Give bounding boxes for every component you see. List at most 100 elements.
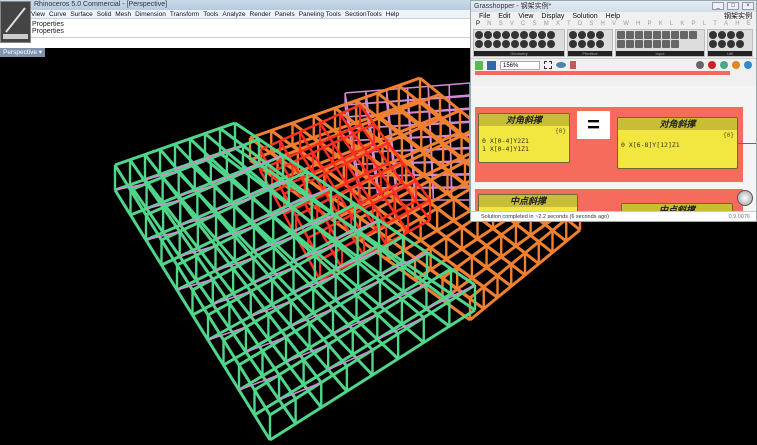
menu-item[interactable]: Render (250, 10, 271, 18)
tab-3[interactable]: V (510, 21, 514, 28)
component-icon[interactable] (493, 40, 501, 48)
component-icon[interactable] (569, 40, 577, 48)
component-icon[interactable] (718, 40, 726, 48)
menu-item[interactable]: Curve (49, 10, 66, 18)
component-icon[interactable] (662, 31, 670, 39)
menu-item[interactable]: Panels (275, 10, 295, 18)
component-icon[interactable] (671, 40, 679, 48)
component-icon[interactable] (671, 31, 679, 39)
preview-eye-icon[interactable] (556, 62, 566, 68)
tab-5[interactable]: S (533, 21, 537, 28)
tab-1[interactable]: N (487, 21, 491, 28)
menu-item[interactable]: Dimension (135, 10, 166, 18)
preview-mode-icon[interactable] (696, 61, 704, 69)
component-icon[interactable] (547, 40, 555, 48)
zoom-extents-icon[interactable] (544, 61, 552, 69)
bake-icon[interactable] (708, 61, 716, 69)
component-icon[interactable] (475, 40, 483, 48)
menu-file[interactable]: File (479, 12, 490, 21)
component-icon[interactable] (680, 31, 688, 39)
blue-sphere-icon[interactable] (744, 61, 752, 69)
component-icon[interactable] (709, 40, 717, 48)
component-icon[interactable] (569, 31, 577, 39)
tab-24[interactable]: E (747, 21, 751, 28)
component-icon[interactable] (626, 40, 634, 48)
tab-20[interactable]: L (703, 21, 706, 28)
component-icon[interactable] (520, 40, 528, 48)
component-icon[interactable] (547, 31, 555, 39)
component-icon[interactable] (578, 40, 586, 48)
component-icon[interactable] (635, 31, 643, 39)
viewport-tab-perspective[interactable]: Perspective ▾ (0, 48, 46, 57)
tab-2[interactable]: S (499, 21, 503, 28)
save-icon[interactable] (487, 60, 496, 70)
component-icon[interactable] (718, 31, 726, 39)
component-icon[interactable] (475, 31, 483, 39)
component-icon[interactable] (617, 40, 625, 48)
menu-view[interactable]: View (518, 12, 533, 21)
tab-16[interactable]: K (659, 21, 663, 28)
panel-diagonal-brace-1[interactable]: 对角斜撑 {0} 0 X[0-4]Y2Z1 1 X[0-4]Y1Z1 (478, 113, 570, 163)
tab-0[interactable]: P (476, 21, 480, 28)
component-icon[interactable] (644, 31, 652, 39)
tab-14[interactable]: H (636, 21, 640, 28)
close-button[interactable]: × (742, 2, 754, 10)
menu-display[interactable]: Display (541, 12, 564, 21)
component-icon[interactable] (662, 40, 670, 48)
component-icon[interactable] (502, 31, 510, 39)
component-icon[interactable] (653, 31, 661, 39)
tab-21[interactable]: T (713, 21, 717, 28)
menu-item[interactable]: Surface (70, 10, 92, 18)
tab-15[interactable]: P (648, 21, 652, 28)
tab-12[interactable]: V (612, 21, 616, 28)
component-icon[interactable] (644, 40, 652, 48)
component-icon[interactable] (587, 31, 595, 39)
menu-item[interactable]: Analyze (222, 10, 245, 18)
tab-10[interactable]: S (589, 21, 593, 28)
component-icon[interactable] (484, 40, 492, 48)
component-icon[interactable] (511, 31, 519, 39)
component-icon[interactable] (520, 31, 528, 39)
component-icon[interactable] (689, 31, 697, 39)
tab-11[interactable]: H (601, 21, 605, 28)
navigation-ball[interactable] (737, 190, 753, 206)
component-icon[interactable] (578, 31, 586, 39)
menu-solution[interactable]: Solution (572, 12, 597, 21)
panel-diagonal-brace-2[interactable]: 对角斜撑 {0} 0 X[6-8]Y[12]Z1 (617, 117, 738, 169)
tab-9[interactable]: D (578, 21, 582, 28)
component-icon[interactable] (511, 40, 519, 48)
tab-23[interactable]: H (735, 21, 739, 28)
component-icon[interactable] (653, 40, 661, 48)
globe-icon[interactable] (720, 61, 728, 69)
component-icon[interactable] (484, 31, 492, 39)
component-icon[interactable] (596, 40, 604, 48)
menu-item[interactable]: Mesh (115, 10, 131, 18)
zoom-select[interactable]: 156% (500, 60, 540, 70)
menu-item[interactable]: Help (386, 10, 399, 18)
component-icon[interactable] (538, 40, 546, 48)
tab-19[interactable]: P (692, 21, 696, 28)
component-icon[interactable] (538, 31, 546, 39)
menu-edit[interactable]: Edit (498, 12, 510, 21)
tab-17[interactable]: L (670, 21, 673, 28)
tab-8[interactable]: T (567, 21, 571, 28)
component-icon[interactable] (529, 40, 537, 48)
component-icon[interactable] (727, 40, 735, 48)
tab-7[interactable]: X (556, 21, 560, 28)
menu-item[interactable]: SectionTools (345, 10, 382, 18)
tab-18[interactable]: K (680, 21, 684, 28)
tab-22[interactable]: A (724, 21, 728, 28)
component-icon[interactable] (727, 31, 735, 39)
component-icon[interactable] (635, 40, 643, 48)
command-input[interactable] (0, 37, 470, 47)
component-icon[interactable] (587, 40, 595, 48)
gh-canvas[interactable]: 对角斜撑 {0} 0 X[0-4]Y2Z1 1 X[0-4]Y1Z1 = 对角斜… (471, 86, 756, 213)
menu-item[interactable]: Solid (97, 10, 111, 18)
minimize-button[interactable]: _ (712, 2, 724, 10)
tab-6[interactable]: M (544, 21, 549, 28)
open-icon[interactable] (475, 60, 483, 70)
menu-item[interactable]: Paneling Tools (299, 10, 341, 18)
component-icon[interactable] (736, 40, 744, 48)
tab-4[interactable]: C (521, 21, 525, 28)
component-icon[interactable] (736, 31, 744, 39)
